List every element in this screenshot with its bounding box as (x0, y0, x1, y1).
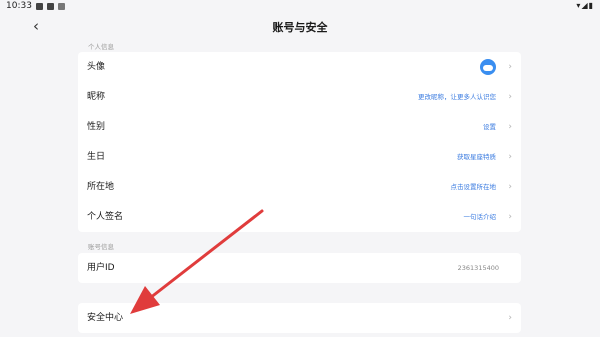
row-value: 点击设置所在地 (450, 183, 497, 191)
row-label: 安全中心 (87, 313, 124, 323)
status-time: 10:33 (6, 1, 32, 11)
chevron-right-icon: › (508, 313, 512, 323)
row-avatar[interactable]: 头像 › (78, 52, 521, 82)
row-label: 头像 (87, 62, 106, 72)
chevron-right-icon: › (508, 62, 512, 72)
chevron-right-icon: › (508, 152, 512, 162)
row-value: 获取星座特质 (457, 153, 496, 161)
row-birthday[interactable]: 生日 获取星座特质 › (78, 142, 521, 172)
section-label-account: 账号信息 (88, 243, 114, 251)
notification-icon (58, 3, 65, 10)
page-title: 账号与安全 (272, 21, 328, 34)
row-gender[interactable]: 性别 设置 › (78, 112, 521, 142)
user-id-value: 2361315400 (457, 264, 499, 272)
row-value: 设置 (483, 123, 496, 131)
row-label: 昵称 (87, 92, 106, 102)
security-card: 安全中心 › (78, 303, 521, 333)
row-user-id: 用户ID 2361315400 (78, 253, 521, 283)
status-bar: 10:33 ▾◢▮ (0, 0, 600, 14)
chevron-right-icon: › (508, 92, 512, 102)
row-location[interactable]: 所在地 点击设置所在地 › (78, 172, 521, 202)
row-label: 性别 (87, 122, 106, 132)
row-label: 生日 (87, 152, 106, 162)
avatar[interactable] (480, 59, 496, 75)
row-label: 个人签名 (87, 212, 124, 222)
chevron-right-icon: › (508, 212, 512, 222)
signal-battery-icons: ▾◢▮ (576, 1, 594, 10)
chevron-right-icon: › (508, 122, 512, 132)
account-info-card: 用户ID 2361315400 (78, 253, 521, 283)
row-value: 更改昵称，让更多人认识您 (418, 93, 496, 101)
row-nickname[interactable]: 昵称 更改昵称，让更多人认识您 › (78, 82, 521, 112)
row-label: 所在地 (87, 182, 115, 192)
section-label-personal: 个人信息 (88, 43, 114, 51)
row-label: 用户ID (87, 263, 115, 273)
row-value: 一句话介绍 (463, 213, 497, 221)
personal-info-card: 头像 › 昵称 更改昵称，让更多人认识您 › 性别 设置 › 生日 获取星座特质… (78, 52, 521, 232)
row-signature[interactable]: 个人签名 一句话介绍 › (78, 202, 521, 232)
chevron-right-icon: › (508, 182, 512, 192)
notification-icon (36, 3, 43, 10)
notification-icon (47, 3, 54, 10)
row-security-center[interactable]: 安全中心 › (78, 303, 521, 333)
